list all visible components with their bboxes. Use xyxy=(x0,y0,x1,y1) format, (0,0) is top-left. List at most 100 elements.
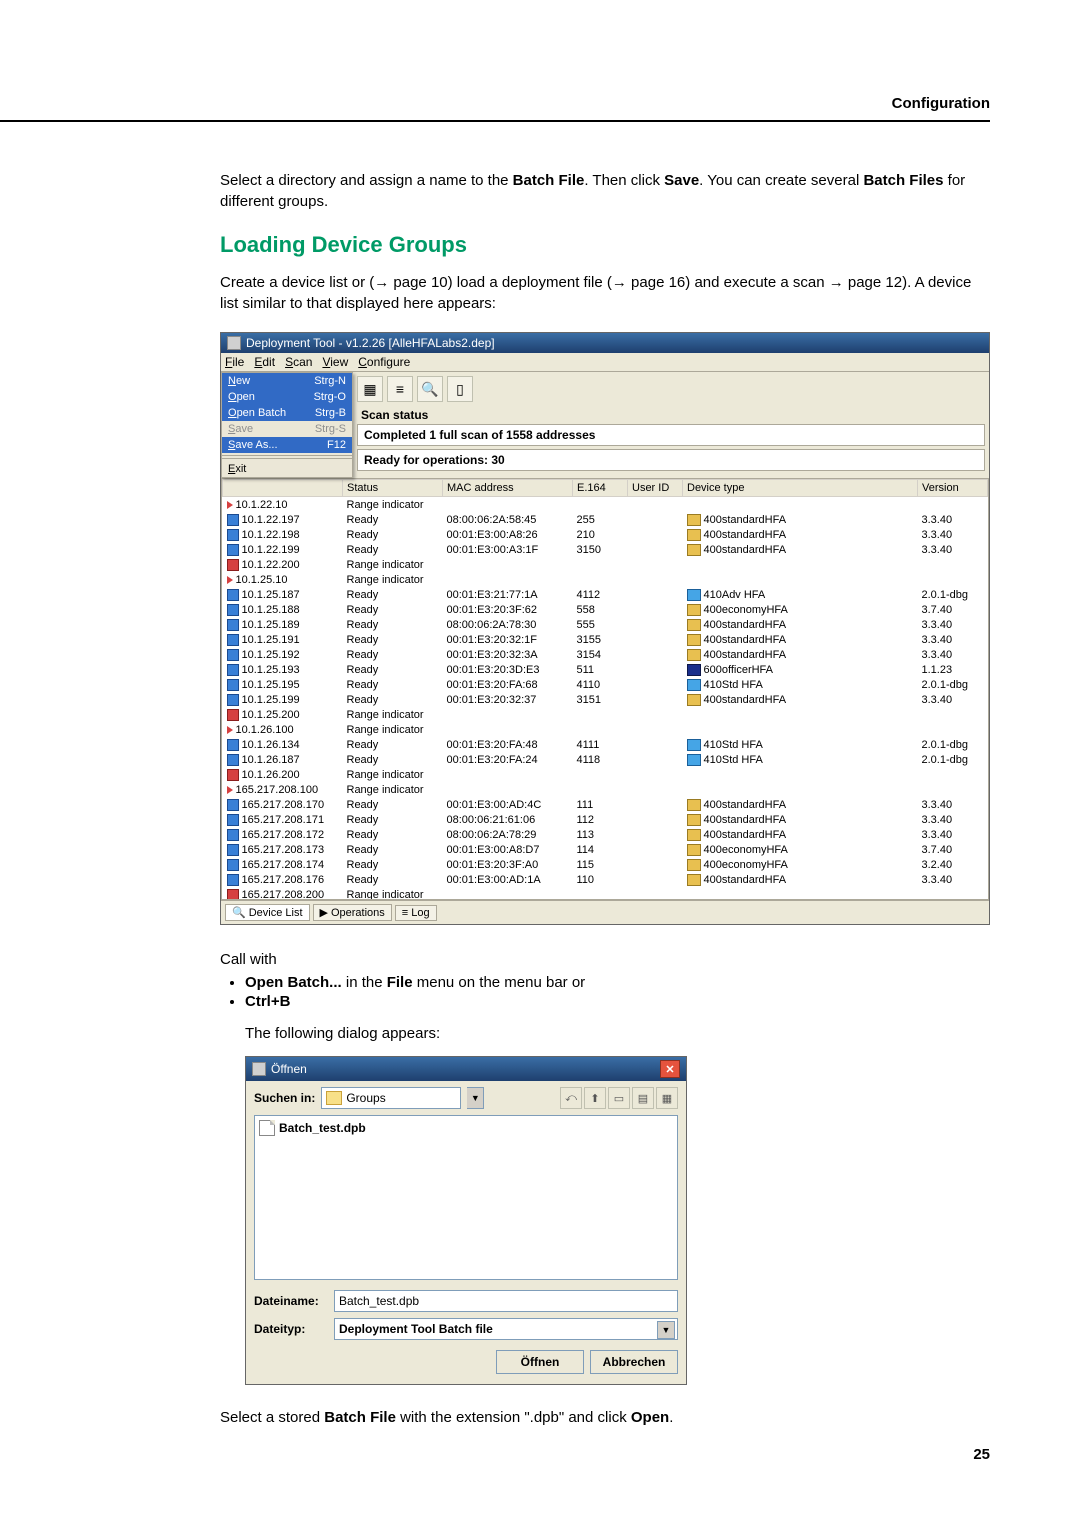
column-header[interactable]: Device type xyxy=(683,480,918,497)
cancel-button[interactable]: Abbrechen xyxy=(590,1350,678,1374)
column-header[interactable]: Status xyxy=(343,480,443,497)
table-row[interactable]: 10.1.22.200Range indicator xyxy=(223,557,988,572)
scan-status-label: Scan status xyxy=(357,408,985,424)
menu-item[interactable]: View xyxy=(322,355,348,369)
table-row[interactable]: 10.1.22.199Ready00:01:E3:00:A3:1F3150400… xyxy=(223,542,988,557)
menu-option[interactable]: Save As...F12 xyxy=(222,437,352,453)
menu-item[interactable]: File xyxy=(225,355,244,369)
final-paragraph: Select a stored Batch File with the exte… xyxy=(220,1407,990,1428)
open-button[interactable]: Öffnen xyxy=(496,1350,584,1374)
tab[interactable]: 🔍Device List xyxy=(225,904,310,921)
menu-option[interactable]: Exit xyxy=(222,461,352,477)
toolbar: ▦ ≡ 🔍 ▯ xyxy=(353,372,989,406)
menu-item[interactable]: Edit xyxy=(254,355,275,369)
file-item[interactable]: Batch_test.dpb xyxy=(259,1120,673,1136)
tab[interactable]: ▶Operations xyxy=(313,904,392,921)
close-icon[interactable]: ✕ xyxy=(660,1060,680,1078)
up-icon[interactable]: ⬆ xyxy=(584,1087,606,1109)
row-status-icon xyxy=(227,844,239,856)
toolbar-button[interactable]: ▦ xyxy=(357,376,383,402)
arrow-icon: → xyxy=(374,274,389,291)
menu-option[interactable]: NewStrg-N xyxy=(222,373,352,389)
t: Open Batch... xyxy=(245,974,342,991)
table-row[interactable]: 165.217.208.172Ready08:00:06:2A:78:29113… xyxy=(223,827,988,842)
back-icon[interactable]: ⤺ xyxy=(560,1087,582,1109)
row-status-icon xyxy=(227,769,239,781)
dialog-toolbar: ⤺ ⬆ ▭ ▤ ▦ xyxy=(560,1087,678,1109)
row-status-icon xyxy=(227,694,239,706)
table-row[interactable]: 10.1.26.200Range indicator xyxy=(223,767,988,782)
table-row[interactable]: 165.217.208.100Range indicator xyxy=(223,782,988,797)
row-status-icon xyxy=(227,679,239,691)
details-view-icon[interactable]: ▦ xyxy=(656,1087,678,1109)
menu-option[interactable]: Open BatchStrg-B xyxy=(222,405,352,421)
row-status-icon xyxy=(227,859,239,871)
table-row[interactable]: 165.217.208.174Ready00:01:E3:20:3F:A0115… xyxy=(223,857,988,872)
filetype-dropdown[interactable]: Deployment Tool Batch file xyxy=(334,1318,678,1340)
tab[interactable]: ≡Log xyxy=(395,905,437,921)
t: in the xyxy=(342,974,387,991)
folder-dropdown[interactable]: Groups xyxy=(321,1087,461,1109)
t: Select a stored xyxy=(220,1409,324,1426)
toolbar-button[interactable]: ▯ xyxy=(447,376,473,402)
column-header[interactable]: User ID xyxy=(628,480,683,497)
menu-option[interactable]: OpenStrg-O xyxy=(222,389,352,405)
tab-icon: ≡ xyxy=(402,907,408,919)
column-header[interactable]: E.164 xyxy=(573,480,628,497)
table-row[interactable]: 165.217.208.200Range indicator xyxy=(223,887,988,900)
row-status-icon xyxy=(227,619,239,631)
table-row[interactable]: 10.1.26.187Ready00:01:E3:20:FA:244118410… xyxy=(223,752,988,767)
tab-icon: 🔍 xyxy=(232,906,246,919)
table-row[interactable]: 10.1.22.10Range indicator xyxy=(223,497,988,513)
t: Deployment Tool Batch file xyxy=(339,1322,493,1336)
table-row[interactable]: 10.1.25.188Ready00:01:E3:20:3F:62558400e… xyxy=(223,602,988,617)
arrow-icon: → xyxy=(612,274,627,291)
table-row[interactable]: 10.1.25.10Range indicator xyxy=(223,572,988,587)
file-list[interactable]: Batch_test.dpb xyxy=(254,1115,678,1280)
row-status-icon xyxy=(227,559,239,571)
t: Save xyxy=(664,172,699,189)
new-folder-icon[interactable]: ▭ xyxy=(608,1087,630,1109)
menu-item[interactable]: Configure xyxy=(358,355,410,369)
t: Ctrl+B xyxy=(245,993,290,1010)
file-menu-dropdown[interactable]: NewStrg-NOpenStrg-OOpen BatchStrg-BSaveS… xyxy=(221,372,353,478)
table-row[interactable]: 10.1.25.193Ready00:01:E3:20:3D:E3511600o… xyxy=(223,662,988,677)
list-item: Open Batch... in the File menu on the me… xyxy=(245,974,990,991)
table-row[interactable]: 10.1.25.189Ready08:00:06:2A:78:30555400s… xyxy=(223,617,988,632)
bottom-tabs[interactable]: 🔍Device List▶Operations≡Log xyxy=(221,900,989,924)
table-row[interactable]: 165.217.208.176Ready00:01:E3:00:AD:1A110… xyxy=(223,872,988,887)
row-status-icon xyxy=(227,649,239,661)
filename-input[interactable]: Batch_test.dpb xyxy=(334,1290,678,1312)
dialog-buttons: Öffnen Abbrechen xyxy=(246,1350,686,1384)
column-header[interactable] xyxy=(223,480,343,497)
table-row[interactable]: 10.1.25.200Range indicator xyxy=(223,707,988,722)
device-table[interactable]: StatusMAC addressE.164User IDDevice type… xyxy=(221,478,989,900)
table-row[interactable]: 165.217.208.171Ready08:00:06:21:61:06112… xyxy=(223,812,988,827)
table-row[interactable]: 10.1.25.187Ready00:01:E3:21:77:1A4112410… xyxy=(223,587,988,602)
row-status-icon xyxy=(227,829,239,841)
table-row[interactable]: 10.1.22.197Ready08:00:06:2A:58:45255400s… xyxy=(223,512,988,527)
row-status-icon xyxy=(227,754,239,766)
table-row[interactable]: 10.1.26.100Range indicator xyxy=(223,722,988,737)
table-row[interactable]: 10.1.26.134Ready00:01:E3:20:FA:484111410… xyxy=(223,737,988,752)
toolbar-button[interactable]: ≡ xyxy=(387,376,413,402)
table-row[interactable]: 10.1.25.191Ready00:01:E3:20:32:1F3155400… xyxy=(223,632,988,647)
t: . xyxy=(669,1409,673,1426)
folder-icon xyxy=(326,1091,342,1105)
table-row[interactable]: 10.1.25.199Ready00:01:E3:20:32:373151400… xyxy=(223,692,988,707)
chevron-down-icon[interactable]: ▼ xyxy=(467,1087,484,1109)
row-status-icon xyxy=(227,889,239,901)
table-row[interactable]: 10.1.25.192Ready00:01:E3:20:32:3A3154400… xyxy=(223,647,988,662)
table-row[interactable]: 10.1.25.195Ready00:01:E3:20:FA:684110410… xyxy=(223,677,988,692)
find-icon[interactable]: 🔍 xyxy=(417,376,443,402)
column-header[interactable]: MAC address xyxy=(443,480,573,497)
list-view-icon[interactable]: ▤ xyxy=(632,1087,654,1109)
title-bar: Öffnen ✕ xyxy=(246,1057,686,1081)
table-row[interactable]: 165.217.208.170Ready00:01:E3:00:AD:4C111… xyxy=(223,797,988,812)
menu-item[interactable]: Scan xyxy=(285,355,312,369)
column-header[interactable]: Version xyxy=(918,480,988,497)
menu-bar[interactable]: File Edit Scan View Configure xyxy=(221,353,989,372)
table-row[interactable]: 165.217.208.173Ready00:01:E3:00:A8:D7114… xyxy=(223,842,988,857)
table-row[interactable]: 10.1.22.198Ready00:01:E3:00:A8:26210400s… xyxy=(223,527,988,542)
header-rule xyxy=(0,120,990,122)
